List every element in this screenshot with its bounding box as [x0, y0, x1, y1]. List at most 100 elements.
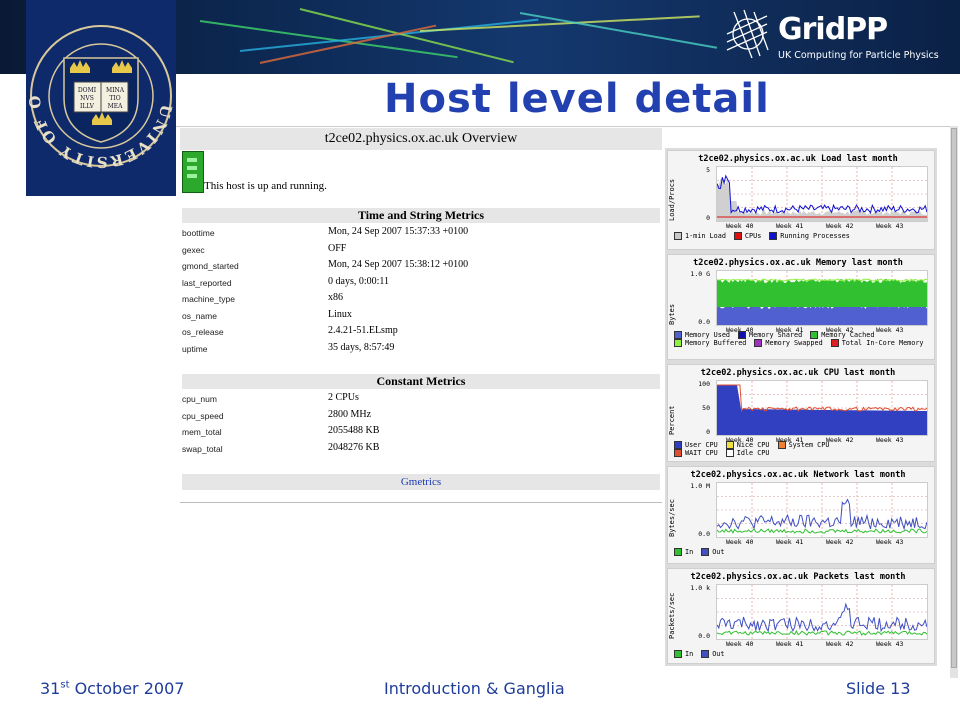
legend-label: Total In-Core Memory	[841, 339, 924, 347]
scrollbar-thumb[interactable]	[951, 128, 957, 668]
footer-date: 31st October 2007	[40, 679, 184, 698]
gridpp-name: GridPP	[778, 12, 888, 47]
metric-name: cpu_num	[182, 394, 217, 404]
legend-label: Memory Swapped	[765, 339, 823, 347]
legend-label: Idle CPU	[736, 449, 770, 457]
legend-item: System CPU	[777, 441, 830, 449]
legend-item: Memory Buffered	[674, 339, 746, 347]
legend-swatch	[701, 548, 710, 556]
metric-row: cpu_speed 2800 MHz	[182, 408, 660, 424]
metric-value: 2.4.21-51.ELsmp	[328, 325, 398, 336]
user-cpu-area	[717, 385, 927, 435]
graph-y-axis-label: Bytes	[668, 303, 676, 325]
graph-y-axis-label: Bytes/sec	[668, 499, 676, 537]
x-tick-label: Week 41	[776, 538, 804, 546]
legend-swatch	[674, 339, 682, 347]
x-tick-label: Week 41	[776, 640, 804, 648]
graph-plot-area	[716, 380, 928, 436]
metric-name: boottime	[182, 228, 215, 238]
slide-title: Host level detail	[384, 76, 770, 122]
metric-name: machine_type	[182, 294, 235, 304]
metric-row: swap_total 2048276 KB	[182, 441, 660, 457]
legend-swatch	[738, 331, 747, 339]
legend-item: User CPU	[674, 441, 718, 449]
metric-graph[interactable]: t2ce02.physics.ox.ac.uk CPU last month Pe…	[667, 364, 935, 462]
legend-swatch	[674, 331, 682, 339]
x-tick-label: Week 40	[726, 538, 754, 546]
legend-swatch	[674, 449, 682, 457]
svg-text:TIO: TIO	[109, 95, 120, 102]
legend-item: In	[674, 548, 693, 556]
metric-name: gmond_started	[182, 261, 239, 271]
legend-item: Out	[701, 650, 724, 658]
legend-item: Running Processes	[769, 232, 850, 240]
y-tick-label: 5	[706, 166, 710, 174]
graph-y-axis-label: Percent	[668, 405, 676, 435]
metric-value: Mon, 24 Sep 2007 15:38:12 +0100	[328, 259, 469, 270]
legend-item: WAIT CPU	[674, 449, 718, 457]
footer-date-rest: October 2007	[69, 679, 185, 698]
metric-value: 2048276 KB	[328, 441, 380, 453]
graph-legend: In Out	[674, 650, 732, 658]
y-tick-label: 0	[706, 214, 710, 222]
metric-name: cpu_speed	[182, 410, 224, 421]
graph-title: t2ce02.physics.ox.ac.uk Packets last mon…	[690, 572, 906, 582]
footer-date-day: 31	[40, 679, 61, 698]
graph-y-axis-label: Load/Procs	[668, 178, 676, 221]
gmetrics-link[interactable]: Gmetrics	[182, 474, 660, 490]
metric-row: uptime 35 days, 8:57:49	[182, 341, 660, 357]
x-tick-label: Week 43	[876, 538, 904, 546]
graph-plot-area	[716, 584, 928, 640]
metric-graph[interactable]: t2ce02.physics.ox.ac.uk Packets last mon…	[667, 568, 935, 664]
legend-swatch	[674, 650, 682, 658]
metric-graphs-column: t2ce02.physics.ox.ac.uk Load last month L…	[665, 148, 937, 666]
graph-title: t2ce02.physics.ox.ac.uk CPU last month	[700, 368, 896, 378]
y-tick-label: 0.0	[698, 530, 710, 538]
legend-label: In	[685, 650, 694, 658]
legend-label: Memory Used	[685, 331, 731, 339]
footer-title: Introduction & Ganglia	[384, 679, 565, 698]
graph-legend: Memory Used Memory Shared Memory Cached Mem…	[674, 331, 932, 347]
host-status-text: This host is up and running.	[204, 180, 327, 192]
legend-label: Out	[712, 548, 725, 556]
legend-label: Memory Shared	[749, 331, 803, 339]
metric-row: cpu_num 2 CPUs	[182, 391, 660, 407]
svg-text:ILLV: ILLV	[80, 103, 95, 110]
legend-item: Memory Swapped	[754, 339, 823, 347]
gridpp-tagline: UK Computing for Particle Physics	[778, 50, 939, 61]
legend-label: WAIT CPU	[685, 449, 718, 457]
banner-streak	[419, 15, 700, 32]
oxford-crest: UNIVERSITY OF OXFORD DOMI NVS ILLV MINA …	[18, 0, 176, 196]
metric-name: os_release	[182, 327, 224, 337]
legend-swatch	[701, 650, 710, 658]
legend-label: System CPU	[788, 441, 830, 449]
svg-text:DOMI: DOMI	[78, 87, 97, 94]
graph-legend: User CPU Nice CPU System CPU WAIT CPU Idle C…	[674, 441, 837, 457]
legend-swatch	[733, 232, 742, 240]
metric-row: gmond_started Mon, 24 Sep 2007 15:38:12 +…	[182, 258, 660, 274]
y-tick-label: 1.0 M	[690, 482, 710, 490]
y-tick-label: 0	[706, 428, 710, 436]
x-tick-label: Week 43	[876, 640, 904, 648]
metric-name: uptime	[182, 343, 208, 354]
metric-name: mem_total	[182, 427, 222, 437]
legend-item: Memory Shared	[738, 331, 802, 339]
graph-y-axis-label: Packets/sec	[668, 592, 676, 639]
legend-label: Out	[712, 650, 725, 658]
legend-label: Memory Buffered	[685, 339, 747, 347]
panel-divider	[176, 126, 950, 127]
host-up-icon	[182, 151, 204, 193]
y-tick-label: 1.0 G	[690, 270, 710, 278]
metric-graph[interactable]: t2ce02.physics.ox.ac.uk Network last mon…	[667, 466, 935, 564]
metric-row: os_name Linux	[182, 308, 660, 324]
metric-graph[interactable]: t2ce02.physics.ox.ac.uk Memory last mont…	[667, 254, 935, 360]
constant-metrics-header: Constant Metrics	[182, 374, 660, 389]
vertical-scrollbar[interactable]	[950, 126, 958, 678]
metric-row: gexec OFF	[182, 242, 660, 258]
host-overview-panel: t2ce02.physics.ox.ac.uk Overview This ho…	[180, 128, 662, 506]
banner-streak	[299, 8, 514, 64]
metric-row: mem_total 2055488 KB	[182, 424, 660, 440]
metric-graph[interactable]: t2ce02.physics.ox.ac.uk Load last month L…	[667, 150, 935, 250]
graph-legend: In Out	[674, 548, 732, 556]
metric-value: Linux	[328, 308, 352, 320]
